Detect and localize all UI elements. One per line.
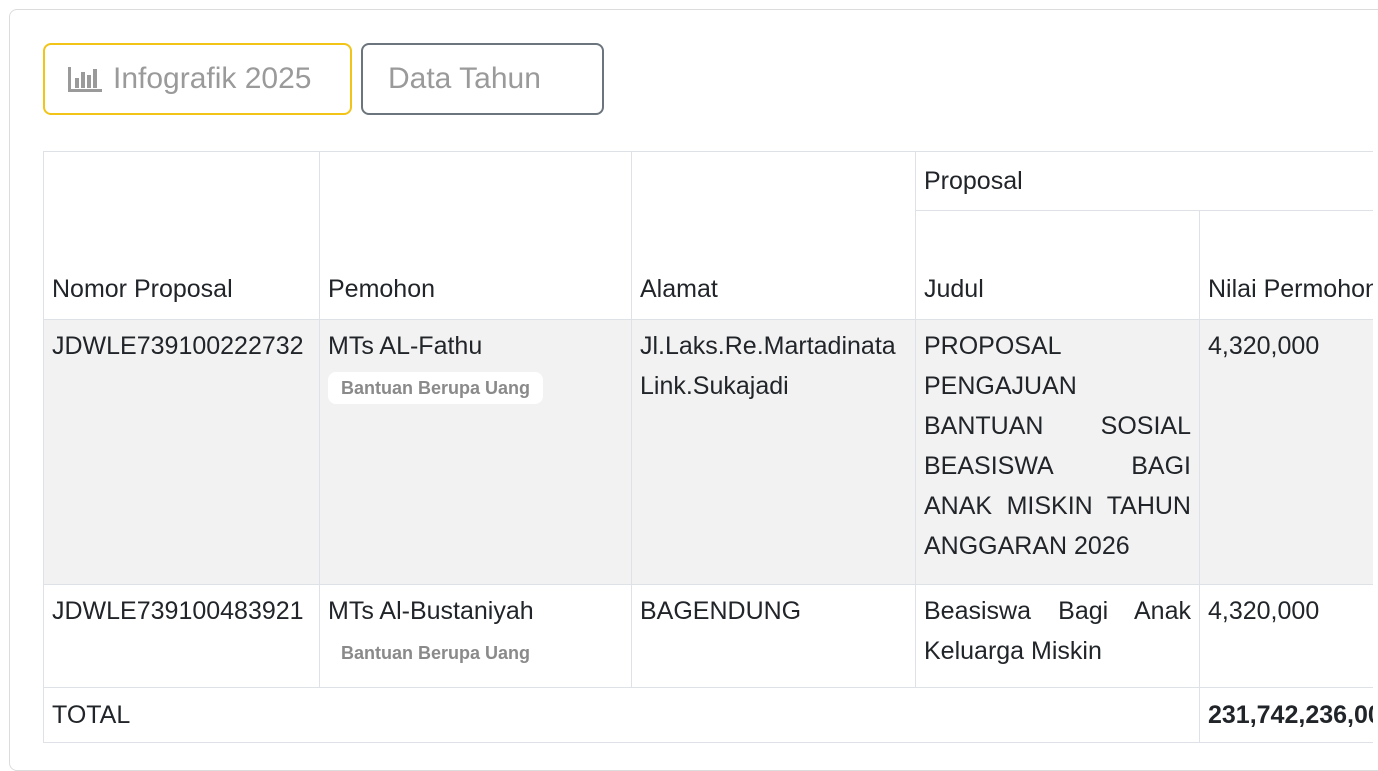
cell-judul: Beasiswa Bagi Anak Keluarga Miskin	[915, 584, 1200, 688]
header-alamat: Alamat	[631, 151, 916, 320]
header-nilai-permohonan: Nilai Permohonan	[1198, 210, 1373, 320]
data-tahun-button[interactable]: Data Tahun	[361, 43, 604, 115]
table-row[interactable]: JDWLE739100483921 MTs Al-Bustaniyah Bant…	[43, 584, 1373, 688]
cell-pemohon: MTs Al-Bustaniyah Bantuan Berupa Uang	[319, 584, 632, 688]
cell-judul: PROPOSAL PENGAJUAN BANTUAN SOSIAL BEASIS…	[915, 319, 1200, 585]
cell-nomor-proposal: JDWLE739100222732	[43, 319, 320, 585]
total-label: TOTAL	[43, 687, 1200, 743]
header-pemohon: Pemohon	[319, 151, 632, 320]
cell-pemohon: MTs AL-Fathu Bantuan Berupa Uang	[319, 319, 632, 585]
proposal-table-container[interactable]: Nomor Proposal Pemohon Alamat Proposal J…	[43, 151, 1373, 751]
infografik-button-label: Infografik 2025	[113, 62, 312, 95]
header-proposal-group: Proposal	[914, 151, 1373, 211]
bar-chart-icon	[68, 66, 102, 92]
data-tahun-button-label: Data Tahun	[388, 62, 541, 95]
proposal-table: Nomor Proposal Pemohon Alamat Proposal J…	[43, 151, 1373, 743]
cell-nilai-permohonan: 4,320,000	[1198, 319, 1373, 585]
content-card: Infografik 2025 Data Tahun Nomor Proposa…	[9, 9, 1378, 771]
cell-nilai-permohonan: 4,320,000	[1198, 584, 1373, 688]
bantuan-type-badge: Bantuan Berupa Uang	[328, 637, 544, 669]
pemohon-name: MTs Al-Bustaniyah	[328, 597, 534, 625]
bantuan-type-badge: Bantuan Berupa Uang	[328, 372, 544, 404]
cell-alamat: Jl.Laks.Re.Martadinata Link.Sukajadi	[631, 319, 916, 585]
total-row: TOTAL 231,742,236,000	[43, 687, 1373, 743]
infografik-button[interactable]: Infografik 2025	[43, 43, 352, 115]
total-value: 231,742,236,000	[1198, 687, 1373, 743]
cell-alamat: BAGENDUNG	[631, 584, 916, 688]
header-nomor-proposal: Nomor Proposal	[43, 151, 320, 320]
table-row[interactable]: JDWLE739100222732 MTs AL-Fathu Bantuan B…	[43, 319, 1373, 585]
header-judul: Judul	[915, 210, 1200, 320]
cell-nomor-proposal: JDWLE739100483921	[43, 584, 320, 688]
pemohon-name: MTs AL-Fathu	[328, 332, 483, 360]
